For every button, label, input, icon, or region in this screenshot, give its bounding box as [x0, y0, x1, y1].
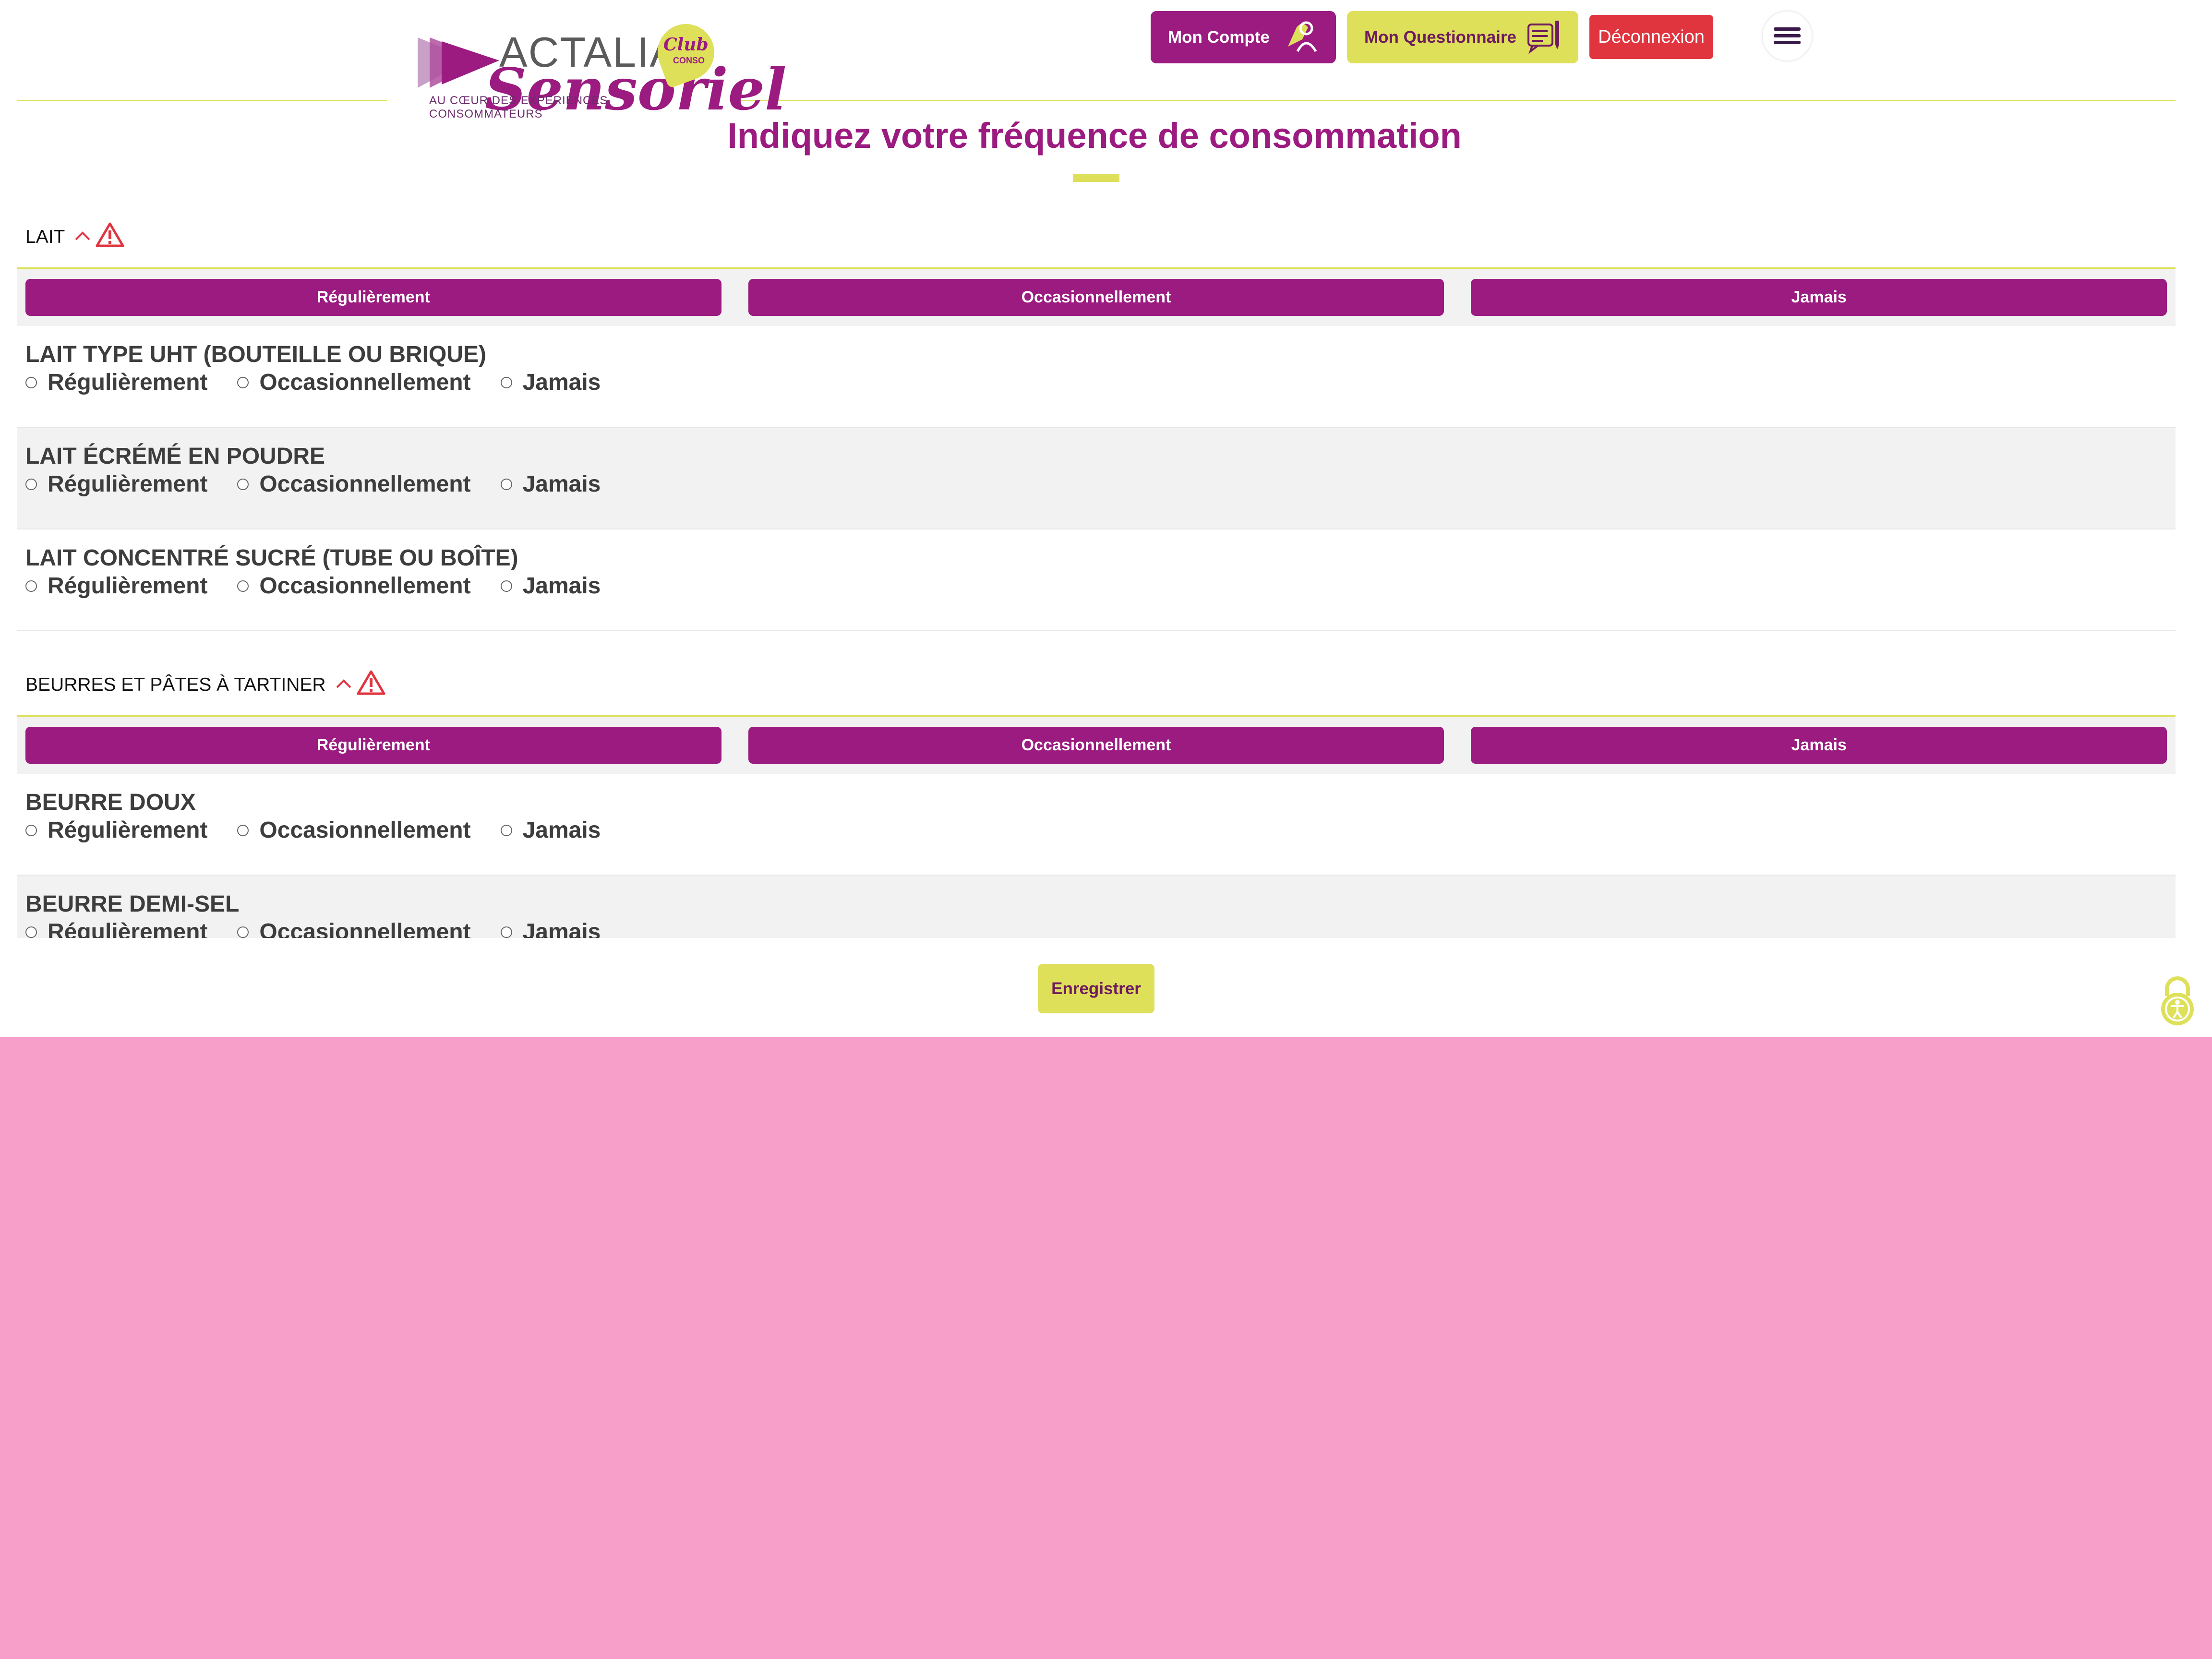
- question-row: LAIT ÉCRÉMÉ EN POUDRE Régulièrement Occa…: [17, 428, 2176, 529]
- logo-badge-text: Club: [663, 35, 709, 55]
- legend-jamais: Jamais: [1471, 279, 2167, 316]
- question-row: LAIT CONCENTRÉ SUCRÉ (TUBE OU BOÎTE) Rég…: [17, 529, 2176, 631]
- my-account-button[interactable]: Mon Compte: [1151, 11, 1336, 63]
- radio-group: Régulièrement Occasionnellement Jamais: [25, 573, 2176, 599]
- my-questionnaire-label: Mon Questionnaire: [1364, 27, 1516, 47]
- chevron-up-icon[interactable]: [74, 230, 91, 241]
- app-window: ACTALIA Sensoriel Club CONSO AU CŒUR DES…: [0, 0, 2212, 1037]
- radio-regulierement[interactable]: Régulièrement: [25, 817, 207, 843]
- section-title: BEURRES ET PÂTES À TARTINER: [25, 674, 326, 695]
- radio-group: Régulièrement Occasionnellement Jamais: [25, 919, 2176, 938]
- question-label: LAIT CONCENTRÉ SUCRÉ (TUBE OU BOÎTE): [25, 545, 518, 571]
- warning-icon: [96, 222, 124, 247]
- radio-label[interactable]: Régulièrement: [48, 573, 207, 599]
- radio-button[interactable]: [25, 376, 37, 388]
- radio-button[interactable]: [25, 580, 37, 592]
- header-divider-left: [17, 100, 387, 101]
- accessibility-lock-icon[interactable]: [2158, 974, 2197, 1027]
- radio-regulierement[interactable]: Régulièrement: [25, 369, 207, 396]
- hamburger-icon: [1774, 27, 1801, 44]
- radio-jamais[interactable]: Jamais: [500, 471, 601, 497]
- question-row: LAIT TYPE UHT (BOUTEILLE OU BRIQUE) Régu…: [17, 326, 2176, 428]
- menu-button[interactable]: [1763, 12, 1812, 60]
- questionnaire-scroll-area[interactable]: LAIT Régulièrement Occasionnellement Jam…: [17, 206, 2176, 938]
- radio-occasionnellement[interactable]: Occasionnellement: [237, 573, 471, 599]
- legend-jamais: Jamais: [1471, 727, 2167, 764]
- radio-label[interactable]: Jamais: [523, 817, 601, 843]
- options-legend: Régulièrement Occasionnellement Jamais: [17, 717, 2176, 774]
- question-label: LAIT ÉCRÉMÉ EN POUDRE: [25, 444, 325, 469]
- questionnaire-icon: [1527, 21, 1559, 54]
- radio-group: Régulièrement Occasionnellement Jamais: [25, 471, 2176, 497]
- my-questionnaire-button[interactable]: Mon Questionnaire: [1347, 11, 1578, 63]
- radio-occasionnellement[interactable]: Occasionnellement: [237, 919, 471, 938]
- radio-button[interactable]: [500, 478, 512, 490]
- radio-jamais[interactable]: Jamais: [500, 817, 601, 843]
- radio-label[interactable]: Régulièrement: [48, 369, 207, 396]
- radio-button[interactable]: [500, 926, 512, 938]
- radio-button[interactable]: [25, 926, 37, 938]
- radio-group: Régulièrement Occasionnellement Jamais: [25, 817, 2176, 843]
- radio-button[interactable]: [237, 926, 249, 938]
- radio-occasionnellement[interactable]: Occasionnellement: [237, 817, 471, 843]
- radio-button[interactable]: [500, 824, 512, 836]
- chevron-up-icon[interactable]: [336, 678, 352, 689]
- section-title: LAIT: [25, 226, 65, 247]
- radio-button[interactable]: [500, 580, 512, 592]
- logout-button[interactable]: Déconnexion: [1589, 15, 1713, 59]
- section-header-lait[interactable]: LAIT: [17, 206, 2176, 269]
- radio-label[interactable]: Jamais: [523, 369, 601, 396]
- my-account-label: Mon Compte: [1168, 27, 1270, 47]
- radio-button[interactable]: [237, 478, 249, 490]
- header-divider-right: [740, 100, 2176, 101]
- user-icon: [1288, 21, 1317, 52]
- radio-label[interactable]: Occasionnellement: [259, 369, 470, 396]
- question-label: BEURRE DEMI-SEL: [25, 891, 240, 917]
- save-button[interactable]: Enregistrer: [1038, 964, 1154, 1013]
- radio-label[interactable]: Régulièrement: [48, 471, 207, 497]
- radio-label[interactable]: Occasionnellement: [259, 471, 470, 497]
- warning-icon: [357, 670, 385, 695]
- radio-group: Régulièrement Occasionnellement Jamais: [25, 369, 2176, 396]
- actalia-logo[interactable]: ACTALIA Sensoriel Club CONSO AU CŒUR DES…: [408, 16, 787, 123]
- radio-regulierement[interactable]: Régulièrement: [25, 471, 207, 497]
- radio-label[interactable]: Jamais: [523, 471, 601, 497]
- radio-label[interactable]: Jamais: [523, 919, 601, 938]
- radio-label[interactable]: Occasionnellement: [259, 573, 470, 599]
- radio-regulierement[interactable]: Régulièrement: [25, 919, 207, 938]
- radio-button[interactable]: [237, 580, 249, 592]
- legend-regulierement: Régulièrement: [25, 727, 721, 764]
- question-row: BEURRE DOUX Régulièrement Occasionnellem…: [17, 774, 2176, 876]
- legend-occasionnellement: Occasionnellement: [748, 279, 1444, 316]
- logo-badge-subtext: CONSO: [673, 56, 705, 65]
- radio-occasionnellement[interactable]: Occasionnellement: [237, 471, 471, 497]
- radio-label[interactable]: Jamais: [523, 573, 601, 599]
- question-row: BEURRE DEMI-SEL Régulièrement Occasionne…: [17, 876, 2176, 938]
- radio-label[interactable]: Occasionnellement: [259, 817, 470, 843]
- radio-regulierement[interactable]: Régulièrement: [25, 573, 207, 599]
- radio-button[interactable]: [237, 376, 249, 388]
- legend-regulierement: Régulièrement: [25, 279, 721, 316]
- options-legend: Régulièrement Occasionnellement Jamais: [17, 269, 2176, 326]
- radio-button[interactable]: [237, 824, 249, 836]
- question-label: BEURRE DOUX: [25, 790, 196, 815]
- radio-button[interactable]: [25, 478, 37, 490]
- radio-jamais[interactable]: Jamais: [500, 573, 601, 599]
- legend-occasionnellement: Occasionnellement: [748, 727, 1444, 764]
- radio-jamais[interactable]: Jamais: [500, 919, 601, 938]
- radio-label[interactable]: Régulièrement: [48, 919, 207, 938]
- radio-button[interactable]: [500, 376, 512, 388]
- radio-jamais[interactable]: Jamais: [500, 369, 601, 396]
- radio-label[interactable]: Régulièrement: [48, 817, 207, 843]
- radio-occasionnellement[interactable]: Occasionnellement: [237, 369, 471, 396]
- radio-label[interactable]: Occasionnellement: [259, 919, 470, 938]
- section-header-beurres[interactable]: BEURRES ET PÂTES À TARTINER: [17, 654, 2176, 717]
- question-label: LAIT TYPE UHT (BOUTEILLE OU BRIQUE): [25, 342, 486, 367]
- title-underline: [1073, 174, 1119, 182]
- radio-button[interactable]: [25, 824, 37, 836]
- page-title: Indiquez votre fréquence de consommation: [727, 116, 1462, 156]
